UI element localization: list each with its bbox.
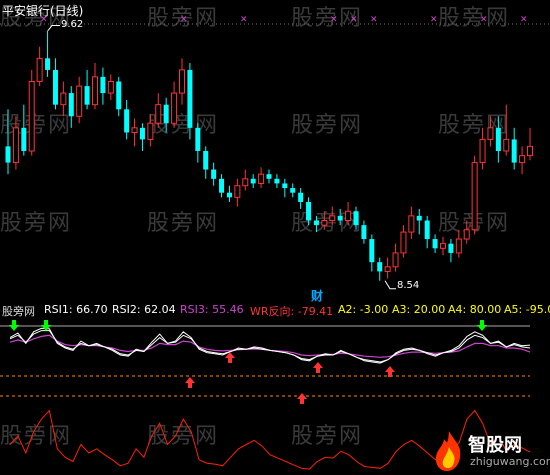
indicator-name: 股旁网 <box>2 305 35 318</box>
indicator-value: A3: 20.00 <box>392 303 446 316</box>
indicator-value: RSI1: 66.70 <box>44 303 108 316</box>
sell-arrow-icon <box>9 320 19 331</box>
buy-arrow-icon <box>313 362 323 373</box>
finance-marker[interactable]: 财 <box>311 287 323 304</box>
indicator-value: A4: 80.00 <box>448 303 502 316</box>
chart-title: 平安银行(日线) <box>2 4 84 18</box>
rsi3-line <box>9 334 531 358</box>
indicator-value: RSI2: 62.04 <box>112 303 176 316</box>
flame-icon <box>435 431 461 471</box>
sell-arrow-icon <box>477 320 487 331</box>
logo-url: zhiguwang.com <box>470 455 550 468</box>
rsi2-line <box>9 330 531 363</box>
high-price-label: 9.62 <box>61 19 84 30</box>
chart-screen: 股旁网 股旁网 股旁网 股旁网 股旁网 股旁网 股旁网 股旁网 股旁网 股旁网 … <box>0 0 550 475</box>
indicator-value: A2: -3.00 <box>338 303 389 316</box>
buy-arrow-icon <box>385 366 395 377</box>
rsi1-line <box>9 327 531 364</box>
indicator-value: RSI3: 55.46 <box>180 303 244 316</box>
buy-arrow-icon <box>185 377 195 388</box>
low-price-label: 8.54 <box>397 280 420 291</box>
buy-arrow-icon <box>297 393 307 404</box>
site-logo[interactable]: 智股网 zhiguwang.com <box>432 429 550 473</box>
indicator-value: A5: -95.0 <box>504 303 550 316</box>
indicator-chart <box>0 320 531 470</box>
indicator-value: WR反向: -79.41 <box>250 305 334 318</box>
logo-name: 智股网 <box>468 435 522 456</box>
